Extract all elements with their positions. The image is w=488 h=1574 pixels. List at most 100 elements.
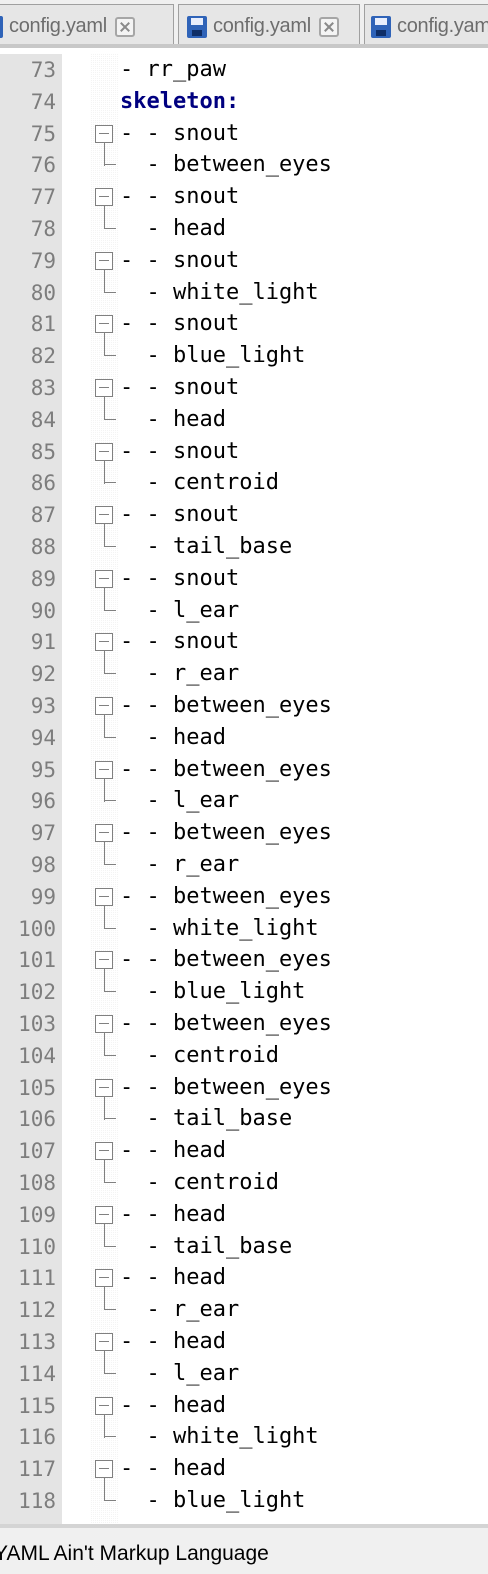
fold-collapse-icon[interactable] [95, 1333, 113, 1351]
code-line[interactable]: 88 - tail_base [0, 524, 488, 563]
code-line[interactable]: 87 - - snout [0, 499, 488, 548]
code-line[interactable]: 84 - head [0, 396, 488, 436]
code-line[interactable]: 79 - - snout [0, 245, 488, 293]
code-line[interactable]: 112 - r_ear [0, 1287, 488, 1326]
code-line[interactable]: 80 - white_light [0, 269, 488, 309]
code-text: - - snout [120, 502, 240, 528]
fold-collapse-icon[interactable] [95, 760, 113, 779]
code-text: - head [120, 406, 226, 432]
fold-collapse-icon[interactable] [95, 506, 113, 525]
code-line[interactable]: 96 - l_ear [0, 778, 488, 817]
tab-config-1[interactable]: config.yaml [0, 4, 174, 44]
code-line[interactable]: 83 - - snout [0, 372, 488, 420]
code-line[interactable]: 86 - centroid [0, 460, 488, 499]
code-line[interactable]: 118 - blue_light [0, 1478, 488, 1517]
fold-end-marker [104, 524, 116, 547]
fold-collapse-icon[interactable] [95, 1205, 113, 1224]
code-line[interactable]: 110 - tail_base [0, 1223, 488, 1263]
fold-collapse-icon[interactable] [95, 442, 113, 461]
fold-collapse-icon[interactable] [95, 697, 113, 715]
close-tab-icon[interactable] [114, 16, 135, 37]
code-line[interactable]: 107 - - head [0, 1135, 488, 1184]
line-number: 112 [18, 1298, 56, 1323]
line-number: 115 [18, 1393, 56, 1418]
code-line[interactable]: 100 - white_light [0, 905, 488, 945]
fold-collapse-icon[interactable] [95, 124, 113, 143]
line-number: 108 [18, 1171, 56, 1195]
code-line[interactable]: 99 - - between_eyes [0, 881, 488, 929]
code-line[interactable]: 104 - centroid [0, 1032, 488, 1072]
code-line[interactable]: 117 - - head [0, 1453, 488, 1502]
line-number: 106 [18, 1107, 56, 1132]
code-line[interactable]: 90 - l_ear [0, 587, 488, 627]
fold-end-marker [104, 587, 116, 611]
code-line[interactable]: 94 - head [0, 714, 488, 754]
fold-collapse-icon[interactable] [95, 569, 113, 588]
code-line[interactable]: 106 - tail_base [0, 1096, 488, 1135]
code-line[interactable]: 114 - l_ear [0, 1350, 488, 1390]
fold-collapse-icon[interactable] [95, 951, 113, 970]
tab-label: config.yaml [213, 15, 311, 37]
code-line[interactable]: 103 - - between_eyes [0, 1008, 488, 1056]
code-line[interactable]: 92 - r_ear [0, 651, 488, 690]
line-number: 80 [30, 280, 56, 305]
code-text: - - snout [120, 120, 240, 146]
code-line[interactable]: 77 - - snout [0, 181, 488, 230]
code-line[interactable]: 82 - blue_light [0, 333, 488, 372]
fold-collapse-icon[interactable] [95, 251, 113, 270]
fold-collapse-icon[interactable] [95, 824, 113, 843]
line-number: 109 [18, 1202, 56, 1227]
code-line[interactable]: 75 - - snout [0, 118, 488, 166]
code-line[interactable]: 76 - between_eyes [0, 142, 488, 181]
tab-label: config.yaml [397, 15, 488, 37]
code-text: - tail_base [120, 1106, 293, 1132]
code-line[interactable]: 102 - blue_light [0, 969, 488, 1008]
code-line[interactable]: 91 - - snout [0, 626, 488, 675]
code-line[interactable]: 95 - - between_eyes [0, 754, 488, 802]
fold-end-marker [104, 396, 116, 420]
fold-end-marker [104, 905, 116, 929]
code-line[interactable]: 73 - rr_paw [0, 54, 488, 86]
code-line[interactable]: 109 - - head [0, 1199, 488, 1247]
code-line[interactable]: 93 - - between_eyes [0, 690, 488, 738]
code-line[interactable]: 113 - - head [0, 1326, 488, 1374]
code-line[interactable]: 108 - centroid [0, 1160, 488, 1199]
fold-collapse-icon[interactable] [95, 1142, 113, 1161]
code-line[interactable]: 74 skeleton: [0, 86, 488, 118]
fold-collapse-icon[interactable] [95, 379, 113, 397]
code-text: - - snout [120, 629, 240, 655]
fold-collapse-icon[interactable] [95, 1460, 113, 1479]
save-disk-icon [187, 15, 207, 38]
fold-collapse-icon[interactable] [95, 887, 113, 906]
fold-collapse-icon[interactable] [95, 315, 113, 334]
code-line[interactable]: 81 - - snout [0, 308, 488, 357]
code-line[interactable]: 97 - - between_eyes [0, 817, 488, 866]
line-number: 82 [30, 344, 56, 369]
fold-end-marker [104, 333, 116, 357]
code-line[interactable]: 89 - - snout [0, 563, 488, 611]
fold-collapse-icon[interactable] [95, 188, 113, 207]
code-line[interactable]: 78 - head [0, 206, 488, 245]
fold-collapse-icon[interactable] [95, 633, 113, 652]
code-text: - head [120, 724, 226, 750]
fold-collapse-icon[interactable] [95, 1078, 113, 1097]
tab-config-3[interactable]: config.yaml [364, 4, 488, 44]
code-line[interactable]: 111 - - head [0, 1262, 488, 1311]
tab-config-2[interactable]: config.yaml [178, 4, 360, 44]
code-text: - - head [120, 1456, 226, 1482]
line-number: 99 [30, 884, 56, 909]
code-line[interactable]: 85 - - snout [0, 436, 488, 484]
fold-end-marker [104, 206, 116, 229]
fold-collapse-icon[interactable] [95, 1015, 113, 1033]
fold-collapse-icon[interactable] [95, 1269, 113, 1288]
fold-collapse-icon[interactable] [95, 1396, 113, 1415]
line-number: 81 [30, 312, 56, 337]
code-editor[interactable]: 73- rr_paw 74 skeleton: 75- - snout 76 - bet… [0, 54, 488, 1524]
code-line[interactable]: 98 - r_ear [0, 842, 488, 881]
code-line[interactable]: 101 - - between_eyes [0, 944, 488, 993]
code-line[interactable]: 105 - - between_eyes [0, 1072, 488, 1120]
code-line[interactable]: 116 - white_light [0, 1414, 488, 1453]
line-number: 91 [30, 630, 56, 655]
code-line[interactable]: 115 - - head [0, 1390, 488, 1438]
close-tab-icon[interactable] [318, 16, 339, 37]
